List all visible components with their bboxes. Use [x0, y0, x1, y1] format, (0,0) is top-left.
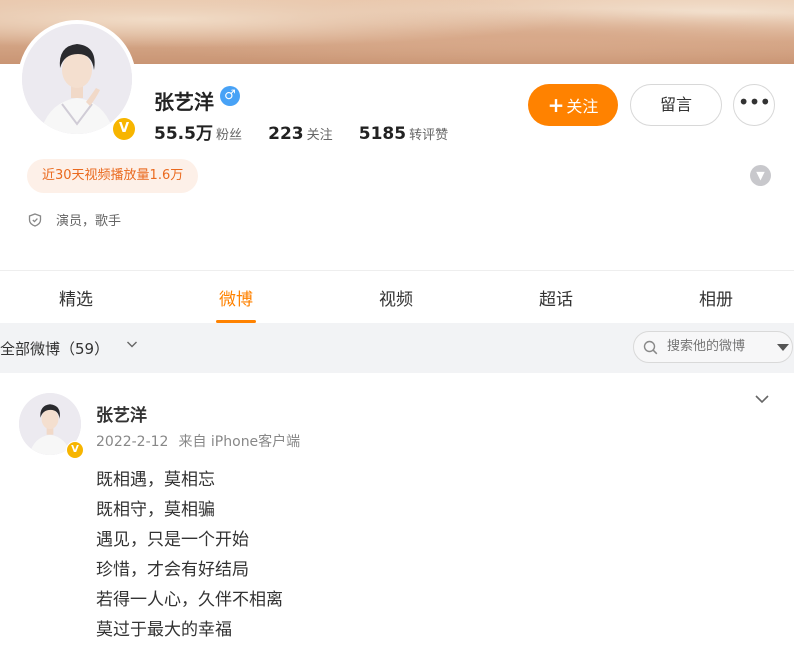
post-card: V 张艺洋 2022-2-12 来自 iPhone客户端 既相遇，莫相忘 既相守，…: [0, 373, 794, 651]
bio-row: 演员，歌手: [28, 210, 121, 229]
search-user-posts[interactable]: [633, 331, 793, 363]
male-icon: ♂: [220, 86, 240, 106]
post-date[interactable]: 2022-2-12: [96, 434, 168, 450]
message-button[interactable]: 留言: [630, 84, 722, 126]
post-line: 既相遇，莫相忘: [96, 470, 215, 490]
follow-button[interactable]: + 关注: [528, 84, 618, 126]
post-line: 既相守，莫相骗: [96, 500, 215, 520]
video-play-count-badge: 近30天视频播放量1.6万: [27, 159, 199, 193]
search-dropdown-icon[interactable]: [777, 344, 789, 351]
post-line: 珍惜，才会有好结局: [96, 560, 249, 580]
more-options-button[interactable]: •••: [733, 84, 775, 126]
search-icon: [643, 340, 658, 355]
post-line: 莫过于最大的幸福: [96, 620, 232, 640]
search-input[interactable]: [665, 338, 765, 355]
chevron-down-icon[interactable]: [126, 338, 138, 350]
tab-super-topics[interactable]: 超话: [516, 285, 596, 310]
profile-tabs: 精选 微博 视频 超话 相册: [0, 270, 794, 323]
follow-label: 关注: [566, 97, 599, 116]
reposts-likes-stat: 5185 转评赞: [359, 124, 449, 144]
stat-label: 关注: [306, 128, 333, 143]
tab-featured[interactable]: 精选: [36, 285, 116, 310]
chevron-down-icon[interactable]: [754, 393, 770, 405]
stat-label: 转评赞: [409, 128, 449, 143]
bio-text: 演员，歌手: [56, 214, 122, 229]
stat-value: 223: [268, 124, 304, 144]
stat-value: 55.5万: [154, 124, 213, 144]
stat-label: 粉丝: [215, 128, 242, 143]
plus-icon: +: [547, 93, 565, 117]
profile-stats: 55.5万 粉丝 223 关注 5185 转评赞: [154, 119, 470, 144]
expand-profile-chevron-icon[interactable]: ▼: [750, 165, 771, 186]
tab-weibo[interactable]: 微博: [196, 285, 276, 310]
following-stat[interactable]: 223 关注: [268, 124, 337, 144]
post-text: 既相遇，莫相忘 既相守，莫相骗 遇见，只是一个开始 珍惜，才会有好结局 若得一人…: [96, 465, 283, 645]
post-author-name[interactable]: 张艺洋: [96, 401, 147, 426]
post-line: 遇见，只是一个开始: [96, 530, 249, 550]
profile-name: 张艺洋: [154, 90, 214, 114]
post-line: 若得一人心，久伴不相离: [96, 590, 283, 610]
post-meta: 2022-2-12 来自 iPhone客户端: [96, 431, 300, 451]
shield-icon: [28, 212, 42, 227]
verified-badge-icon: V: [66, 441, 84, 459]
post-filter-bar: 全部微博（59）: [0, 323, 794, 373]
verified-badge-icon: V: [111, 116, 137, 142]
stat-value: 5185: [358, 124, 407, 144]
filter-dropdown-label[interactable]: 全部微博（59）: [0, 338, 109, 359]
tab-albums[interactable]: 相册: [676, 285, 756, 310]
followers-stat[interactable]: 55.5万 粉丝: [154, 124, 246, 144]
tab-videos[interactable]: 视频: [356, 285, 436, 310]
post-source: 来自 iPhone客户端: [178, 434, 301, 450]
